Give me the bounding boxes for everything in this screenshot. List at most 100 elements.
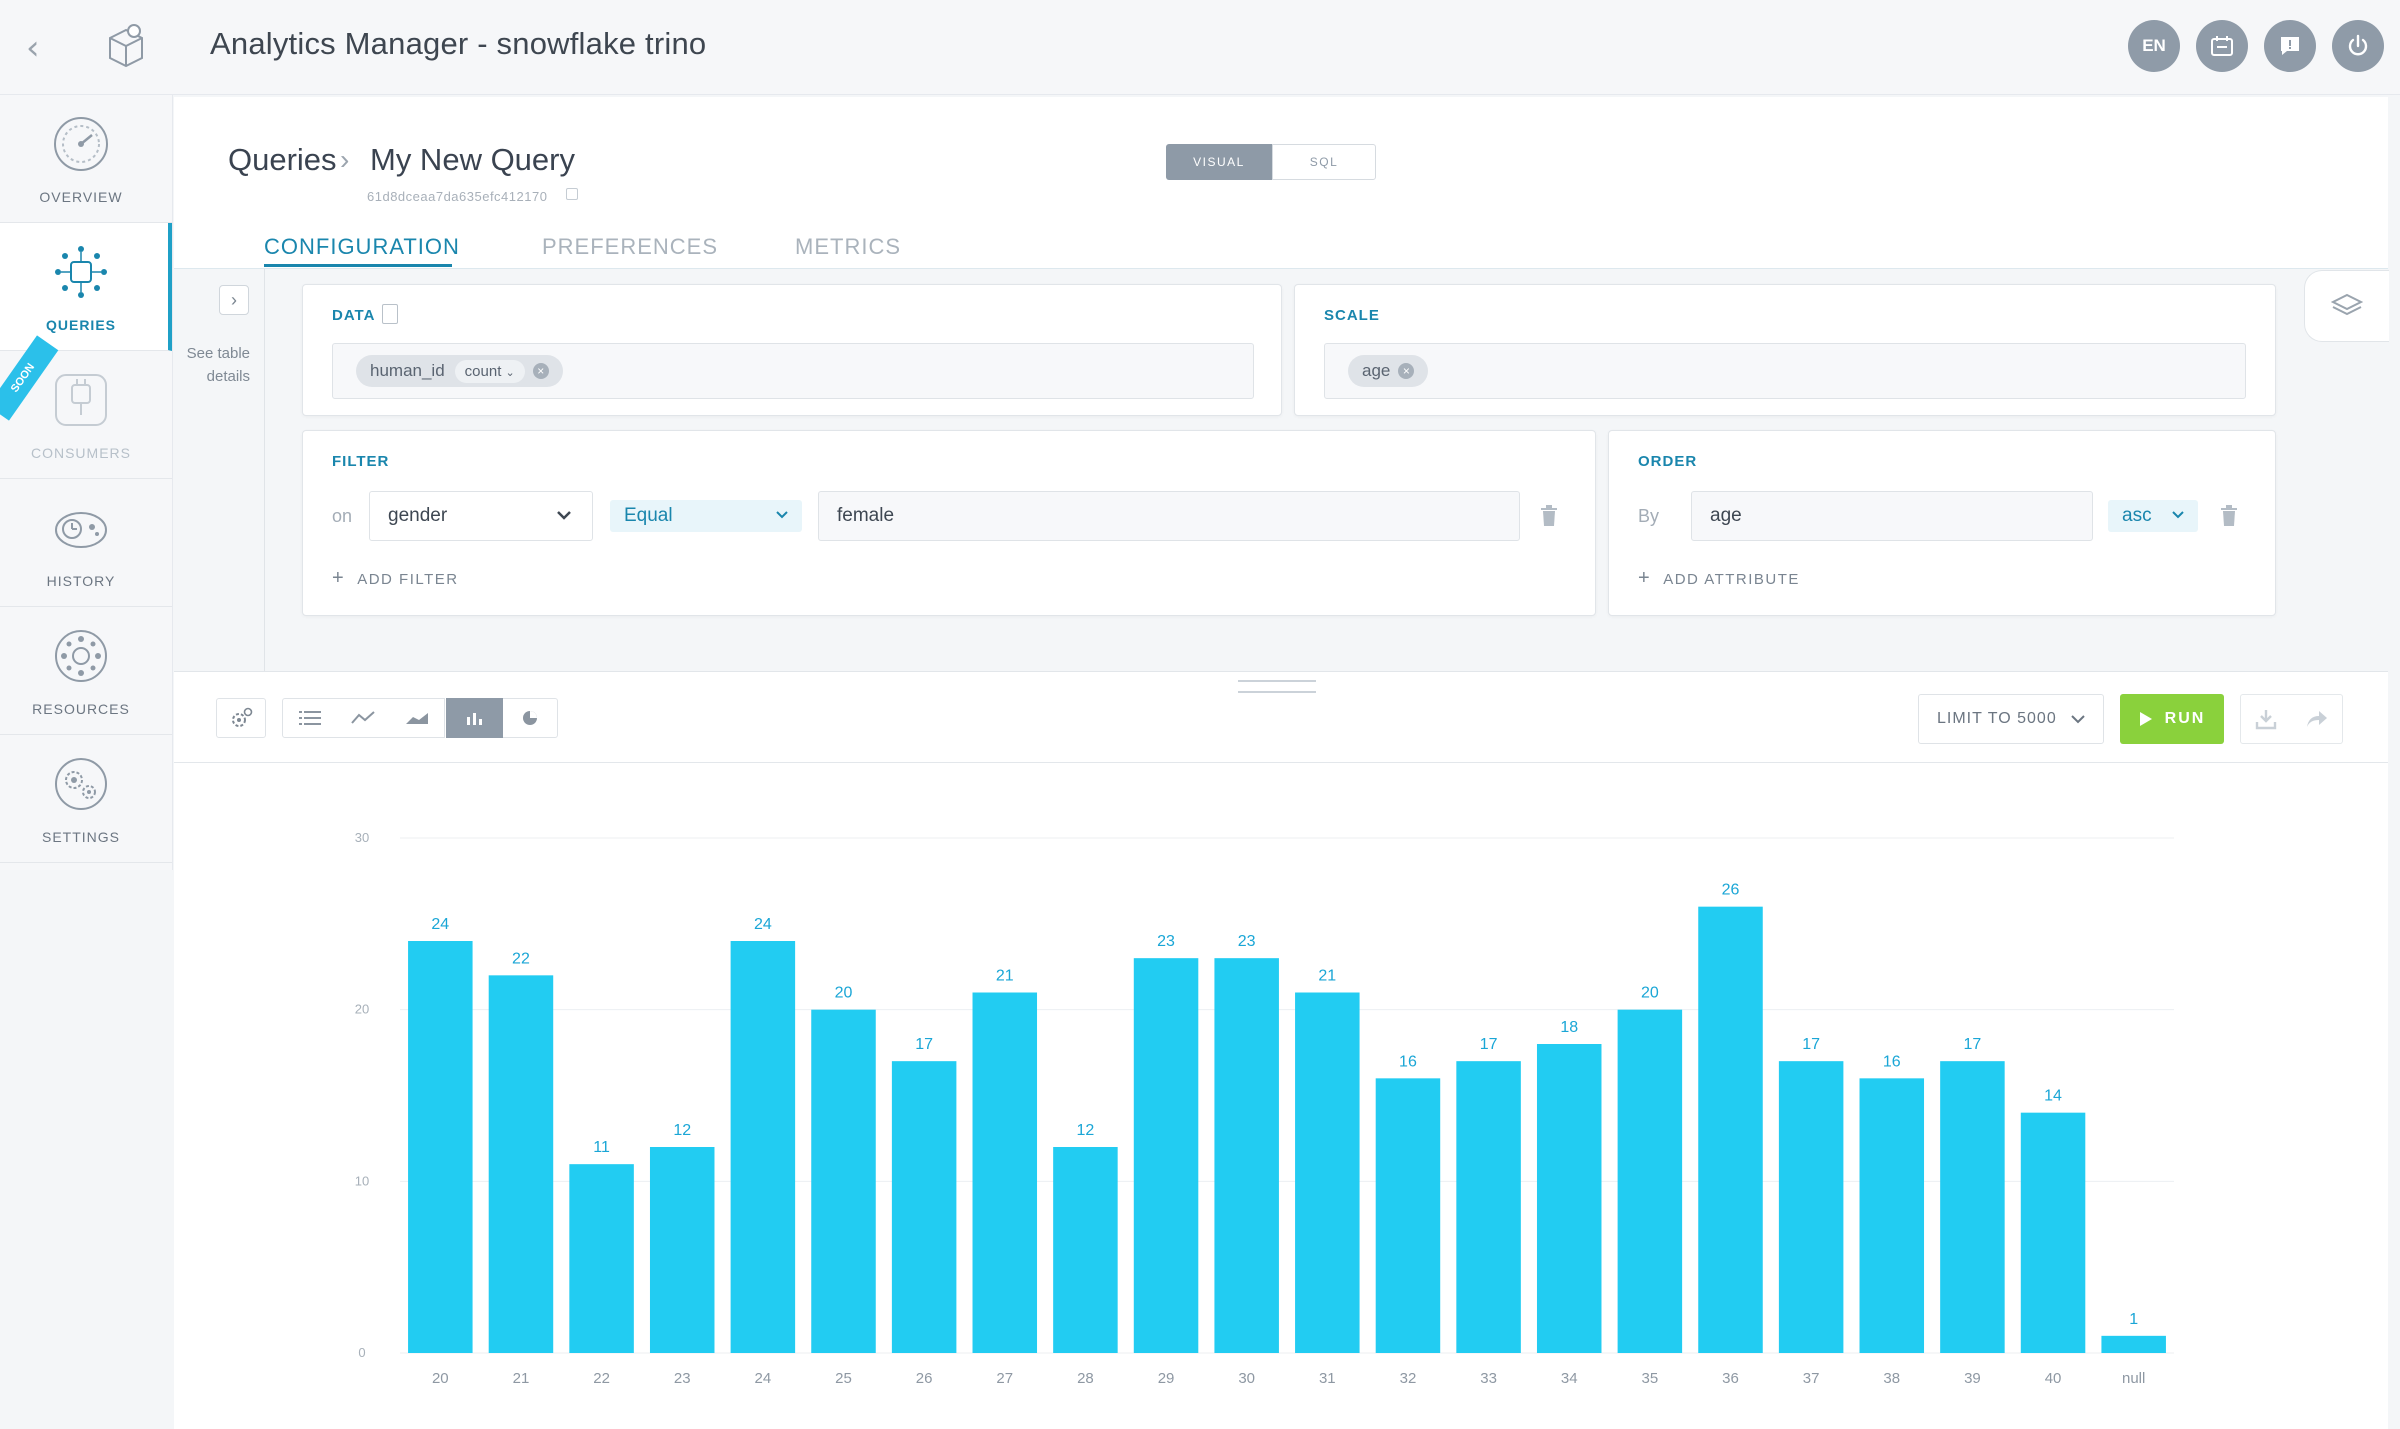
filter-value-input[interactable]: female [818,491,1520,541]
share-button[interactable] [2291,694,2343,744]
bar [488,975,554,1353]
bar [408,941,473,1353]
expand-panel-button[interactable]: › [219,285,249,315]
bar [1375,1078,1441,1353]
data-label: 12 [673,1122,691,1139]
run-button[interactable]: RUN [2120,694,2224,744]
clipboard-icon[interactable] [382,304,398,324]
data-chip-field: human_id [370,361,445,380]
hub-icon [52,627,110,685]
area-view-button[interactable] [390,698,445,738]
bar-view-button[interactable] [446,698,504,738]
plus-icon: + [332,567,346,589]
logout-button[interactable] [2332,20,2384,72]
bar [1617,1009,1683,1353]
plus-icon: + [1638,567,1652,589]
data-label: 11 [593,1139,610,1156]
scale-card-title: SCALE [1324,307,1380,324]
remove-chip-icon[interactable]: × [532,363,549,379]
x-tick-label: 25 [835,1370,852,1387]
chevron-down-icon [2071,715,2085,724]
copy-icon[interactable] [566,188,578,200]
share-icon [2306,711,2327,727]
nav-item-queries[interactable]: QUERIES [0,223,172,351]
data-label: 17 [1964,1036,1982,1053]
calendar-icon [2211,36,2233,56]
line-view-button[interactable] [336,698,391,738]
x-tick-label: 32 [1400,1370,1417,1387]
language-button[interactable]: EN [2128,20,2180,72]
scale-dropzone[interactable] [1324,343,2246,399]
data-label: 24 [754,916,772,933]
scale-chip[interactable]: age × [1348,355,1429,387]
app-title: Analytics Manager - snowflake trino [210,26,707,61]
nav-item-overview[interactable]: OVERVIEW [0,95,172,223]
scale-chip-label: age [1362,361,1391,380]
tab-preferences[interactable]: PREFERENCES [542,234,718,260]
x-tick-label: 20 [432,1370,449,1387]
gears-icon [52,755,110,813]
filter-operator-select[interactable]: Equal [610,500,802,532]
limit-select[interactable]: LIMIT TO 5000 [1918,694,2104,744]
order-direction-select[interactable]: asc [2108,500,2198,532]
bar [649,1147,715,1353]
x-tick-label: 26 [916,1370,933,1387]
power-icon [2348,34,2368,56]
bar [1295,992,1360,1353]
visual-mode-button[interactable]: VISUAL [1166,144,1272,180]
see-table-details[interactable]: See table details [178,342,250,388]
list-icon [298,711,321,725]
pie-view-button[interactable] [503,698,558,738]
breadcrumb-root[interactable]: Queries [228,142,337,178]
bar [569,1164,634,1353]
bar [891,1061,957,1353]
download-icon [2255,710,2277,730]
delete-filter-icon[interactable] [1540,505,1558,527]
data-label: 17 [1480,1036,1498,1053]
side-nav: OVERVIEW QUERIES CONSUMERS HISTORY RESOU… [0,95,173,870]
add-filter-button[interactable]: + ADD FILTER [332,567,459,590]
delete-order-icon[interactable] [2220,505,2238,527]
data-label: 23 [1238,933,1256,950]
back-icon[interactable]: ‹ [26,28,40,68]
filter-attribute-value: gender [388,505,448,526]
data-label: 20 [1641,985,1659,1002]
bar-chart: 0 10 20 30 24 20 22 21 11 22 12 23 24 24 20 25 17 26 21 27 1… [355,830,2174,1387]
y-tick-label: 30 [355,830,369,845]
nav-label: RESOURCES [32,701,130,717]
nav-label: OVERVIEW [39,189,123,205]
layers-tab[interactable] [2304,270,2389,342]
data-label: 17 [915,1036,933,1053]
bar [1536,1044,1602,1353]
nav-label: SETTINGS [41,829,120,845]
nav-item-settings[interactable]: SETTINGS [0,735,172,863]
sql-mode-button[interactable]: SQL [1272,144,1376,180]
bar-chart-icon [467,713,482,725]
network-icon [52,243,110,301]
bar [1456,1061,1521,1353]
chevron-down-icon [776,511,788,519]
nav-item-history[interactable]: HISTORY [0,479,172,607]
filter-attribute-select[interactable]: gender [369,491,593,541]
x-tick-label: 37 [1803,1370,1820,1387]
clock-icon [52,499,110,557]
aggregation-select[interactable]: count ⌄ [454,359,525,383]
download-button[interactable] [2240,694,2292,744]
feedback-button[interactable] [2264,20,2316,72]
calendar-button[interactable] [2196,20,2248,72]
layers-icon [2331,293,2363,316]
tab-configuration[interactable]: CONFIGURATION [264,234,460,260]
chart-settings-button[interactable] [216,698,266,738]
table-view-button[interactable] [282,698,337,738]
remove-chip-icon[interactable]: × [1398,363,1415,379]
order-attribute-field[interactable]: age [1691,491,2093,541]
resize-handle[interactable] [1238,680,1316,693]
chevron-down-icon [557,511,571,520]
tab-metrics[interactable]: METRICS [795,234,901,260]
y-tick-label: 20 [355,1002,369,1017]
line-chart-icon [351,711,375,724]
order-attribute-value: age [1710,505,1742,526]
add-attribute-button[interactable]: + ADD ATTRIBUTE [1638,567,1800,590]
nav-item-resources[interactable]: RESOURCES [0,607,172,735]
data-chip[interactable]: human_id count ⌄ × [356,355,563,387]
